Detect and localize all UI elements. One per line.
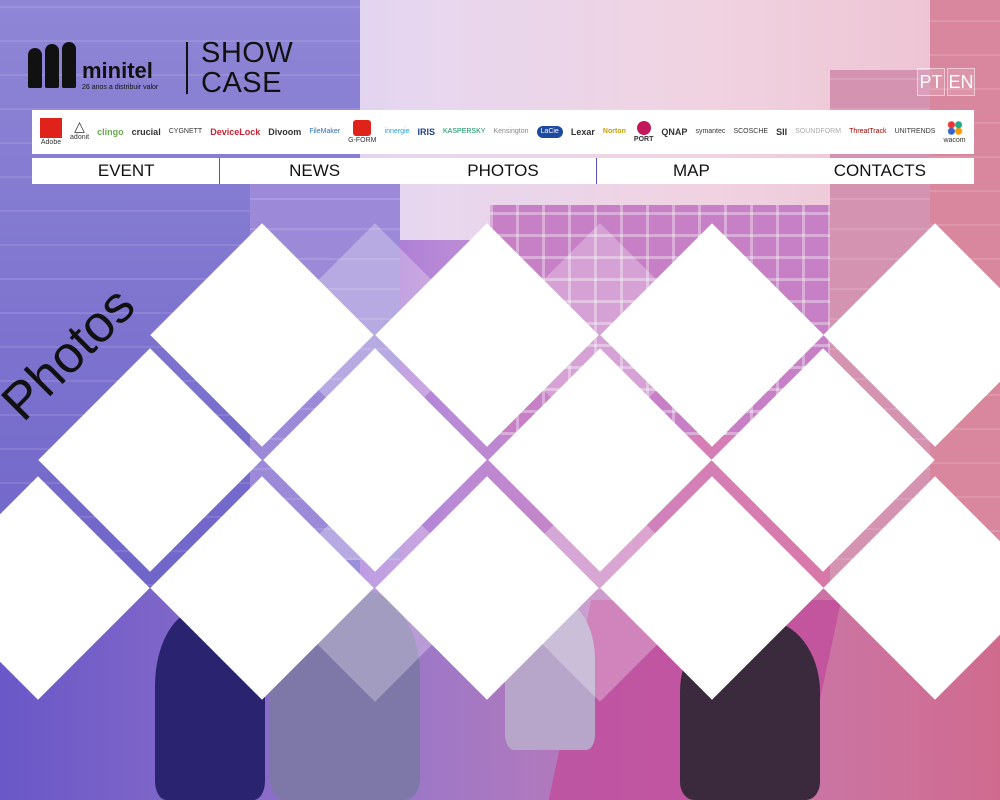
port-icon bbox=[636, 120, 651, 135]
brand-crucial[interactable]: crucial bbox=[132, 128, 161, 137]
brand-sii[interactable]: SII bbox=[776, 128, 787, 137]
brand-symantec[interactable]: symantec bbox=[695, 128, 725, 136]
header-divider bbox=[186, 42, 188, 94]
brand-innergie[interactable]: innergie bbox=[385, 128, 410, 136]
brand-strip: Adobe △ adonit clingo crucial CYGNETT Dev… bbox=[32, 110, 974, 154]
wacom-icon bbox=[945, 119, 964, 136]
adonit-icon: △ bbox=[74, 118, 85, 134]
brand-qnap[interactable]: QNAP bbox=[661, 128, 687, 137]
adobe-icon bbox=[40, 117, 62, 138]
logo-tagline: 26 anos a distribuir valor bbox=[82, 84, 159, 91]
brand-lacie[interactable]: LaCie bbox=[536, 126, 563, 138]
brand-kaspersky[interactable]: KASPERSKY bbox=[443, 128, 485, 136]
brand-soundform[interactable]: SOUNDFORM bbox=[795, 128, 841, 136]
brand-kensington[interactable]: Kensington bbox=[493, 128, 528, 136]
brand-adobe[interactable]: Adobe bbox=[40, 117, 62, 147]
minitel-logo[interactable]: minitel 26 anos a distribuir valor bbox=[28, 38, 158, 96]
main-nav: EVENT NEWS PHOTOS MAP CONTACTS bbox=[32, 158, 974, 184]
lang-en[interactable]: EN bbox=[947, 68, 975, 96]
showcase-line2: CASE bbox=[201, 67, 282, 99]
brand-iris[interactable]: IRIS bbox=[417, 128, 435, 137]
lang-pt[interactable]: PT bbox=[917, 68, 945, 96]
nav-contacts[interactable]: CONTACTS bbox=[786, 158, 974, 184]
brand-divoom[interactable]: Divoom bbox=[268, 128, 301, 137]
nav-map[interactable]: MAP bbox=[597, 158, 785, 184]
brand-scosche[interactable]: SCOSCHE bbox=[733, 128, 768, 136]
nav-news[interactable]: NEWS bbox=[220, 158, 408, 184]
nav-event[interactable]: EVENT bbox=[32, 158, 221, 184]
brand-norton[interactable]: Norton bbox=[603, 128, 626, 136]
showcase-title: SHOW CASE bbox=[201, 38, 293, 98]
showcase-line1: SHOW bbox=[201, 37, 294, 69]
brand-port[interactable]: PORT bbox=[634, 120, 653, 144]
brand-cygnett[interactable]: CYGNETT bbox=[169, 128, 202, 136]
brand-g-form[interactable]: G-FORM bbox=[348, 119, 376, 145]
brand-lexar[interactable]: Lexar bbox=[571, 128, 595, 137]
brand-threattrack[interactable]: ThreatTrack bbox=[849, 128, 886, 136]
brand-wacom[interactable]: wacom bbox=[943, 119, 966, 145]
brand-adonit[interactable]: △ adonit bbox=[70, 119, 89, 142]
brand-unitrends[interactable]: UNITRENDS bbox=[895, 128, 936, 136]
minitel-logo-icon bbox=[28, 42, 76, 88]
language-switcher: PT EN bbox=[917, 68, 975, 96]
nav-photos[interactable]: PHOTOS bbox=[409, 158, 598, 184]
brand-filemaker[interactable]: FileMaker bbox=[309, 128, 340, 136]
brand-devicelock[interactable]: DeviceLock bbox=[210, 128, 260, 137]
brand-clingo[interactable]: clingo bbox=[97, 128, 124, 137]
g-form-icon bbox=[353, 119, 372, 136]
logo-name: minitel bbox=[82, 58, 153, 83]
